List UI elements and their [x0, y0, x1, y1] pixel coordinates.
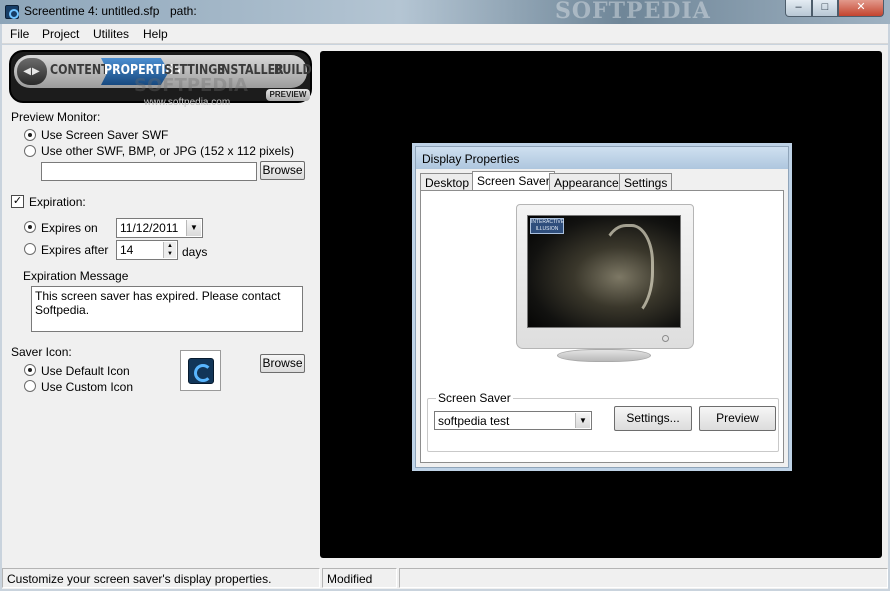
expires-on-date-value: 11/12/2011 [120, 221, 179, 235]
window-title: Screentime 4: untitled.sfp [24, 4, 160, 18]
screen-saver-tab-pane: INTERACTIVE ILLUSION Screen Saver softpe… [420, 190, 784, 463]
preview-file-input[interactable] [41, 162, 257, 181]
status-state: Modified [322, 568, 397, 588]
tab-desktop[interactable]: Desktop [420, 173, 475, 191]
nav-preview-button[interactable]: PREVIEW [266, 89, 310, 101]
use-swf-radio[interactable] [24, 129, 36, 141]
custom-icon-radio[interactable] [24, 380, 36, 392]
softpedia-url-watermark: www.softpedia.com [144, 97, 231, 108]
default-icon-radio[interactable] [24, 364, 36, 376]
nav-tab-content[interactable]: CONTENT [50, 63, 109, 78]
expiration-label: Expiration: [29, 195, 86, 209]
status-extra [399, 568, 888, 588]
screen-saver-select[interactable]: softpedia test ▼ [434, 411, 592, 430]
menu-file[interactable]: File [10, 27, 29, 41]
menu-bar: File Project Utilites Help [2, 24, 888, 44]
tab-settings[interactable]: Settings [619, 173, 673, 191]
maximize-button[interactable]: □ [812, 0, 838, 17]
tab-appearance[interactable]: Appearance [549, 173, 624, 191]
nav-arrows-icon[interactable]: ◀▶ [17, 58, 47, 85]
status-bar: Customize your screen saver's display pr… [2, 567, 888, 589]
expires-after-stepper[interactable]: 14 ▲ ▼ [116, 240, 178, 260]
step-navigation: ◀▶ CONTENT PROPERTIES SETTINGS INSTALLER… [9, 50, 312, 103]
softpedia-watermark: SOFTPEDIA [134, 75, 248, 96]
status-message: Customize your screen saver's display pr… [2, 568, 320, 588]
expiration-checkbox[interactable]: ✓ [11, 195, 24, 208]
menu-project[interactable]: Project [42, 27, 79, 41]
screen-logo: INTERACTIVE ILLUSION [530, 218, 565, 234]
tab-screen-saver[interactable]: Screen Saver [472, 171, 555, 191]
select-dropdown-icon[interactable]: ▼ [575, 413, 590, 428]
close-button[interactable]: ✕ [838, 0, 884, 17]
screen-saver-select-value: softpedia test [438, 414, 510, 428]
expiration-message-textarea[interactable]: This screen saver has expired. Please co… [31, 286, 303, 332]
custom-icon-label: Use Custom Icon [41, 380, 134, 394]
nav-track: ◀▶ CONTENT PROPERTIES SETTINGS INSTALLER… [14, 55, 312, 96]
days-label: days [182, 245, 208, 259]
date-dropdown-icon[interactable]: ▼ [186, 220, 201, 236]
title-bar[interactable]: SOFTPEDIA Screentime 4: untitled.sfp pat… [0, 0, 890, 24]
minimize-button[interactable]: ‒ [785, 0, 812, 17]
use-swf-label: Use Screen Saver SWF [41, 128, 169, 142]
expires-on-radio[interactable] [24, 221, 36, 233]
titlebar-watermark: SOFTPEDIA [555, 0, 711, 24]
saver-icon-preview [180, 350, 221, 391]
crt-screen: INTERACTIVE ILLUSION [527, 215, 681, 328]
dialog-preview-button[interactable]: Preview [699, 406, 776, 431]
preview-monitor-panel: Display Properties Desktop Screen Saver … [320, 51, 882, 558]
app-icon [5, 5, 19, 19]
power-led-icon [662, 335, 669, 342]
dialog-settings-button[interactable]: Settings... [614, 406, 692, 431]
expiration-message-label: Expiration Message [23, 269, 129, 283]
stepper-arrows-icon[interactable]: ▲ ▼ [163, 242, 176, 258]
icon-browse-button[interactable]: Browse [260, 354, 305, 373]
screen-saver-group: Screen Saver softpedia test ▼ Settings..… [427, 391, 779, 452]
menu-help[interactable]: Help [143, 27, 168, 41]
crt-stand [557, 349, 651, 362]
use-other-label: Use other SWF, BMP, or JPG (152 x 112 pi… [41, 144, 294, 158]
expires-on-label: Expires on [41, 221, 98, 235]
expires-after-label: Expires after [41, 243, 109, 257]
saver-icon-label: Saver Icon: [11, 345, 72, 359]
expires-after-radio[interactable] [24, 243, 36, 255]
preview-browse-button[interactable]: Browse [260, 161, 305, 180]
crt-monitor-image: INTERACTIVE ILLUSION [516, 204, 694, 349]
display-properties-dialog: Display Properties Desktop Screen Saver … [415, 146, 789, 468]
expires-after-value: 14 [120, 243, 134, 257]
window-path-label: path: [170, 4, 197, 18]
client-area: ◀▶ CONTENT PROPERTIES SETTINGS INSTALLER… [2, 45, 888, 567]
menu-utilites[interactable]: Utilites [93, 27, 129, 41]
nav-tab-build[interactable]: BUILD [274, 63, 312, 78]
expires-on-date-picker[interactable]: 11/12/2011 ▼ [116, 218, 203, 238]
screen-saver-group-label: Screen Saver [436, 391, 513, 405]
use-other-radio[interactable] [24, 145, 36, 157]
screensaver-app-icon [188, 358, 214, 384]
preview-monitor-label: Preview Monitor: [11, 110, 101, 124]
default-icon-label: Use Default Icon [41, 364, 130, 378]
dialog-title: Display Properties [416, 147, 788, 169]
